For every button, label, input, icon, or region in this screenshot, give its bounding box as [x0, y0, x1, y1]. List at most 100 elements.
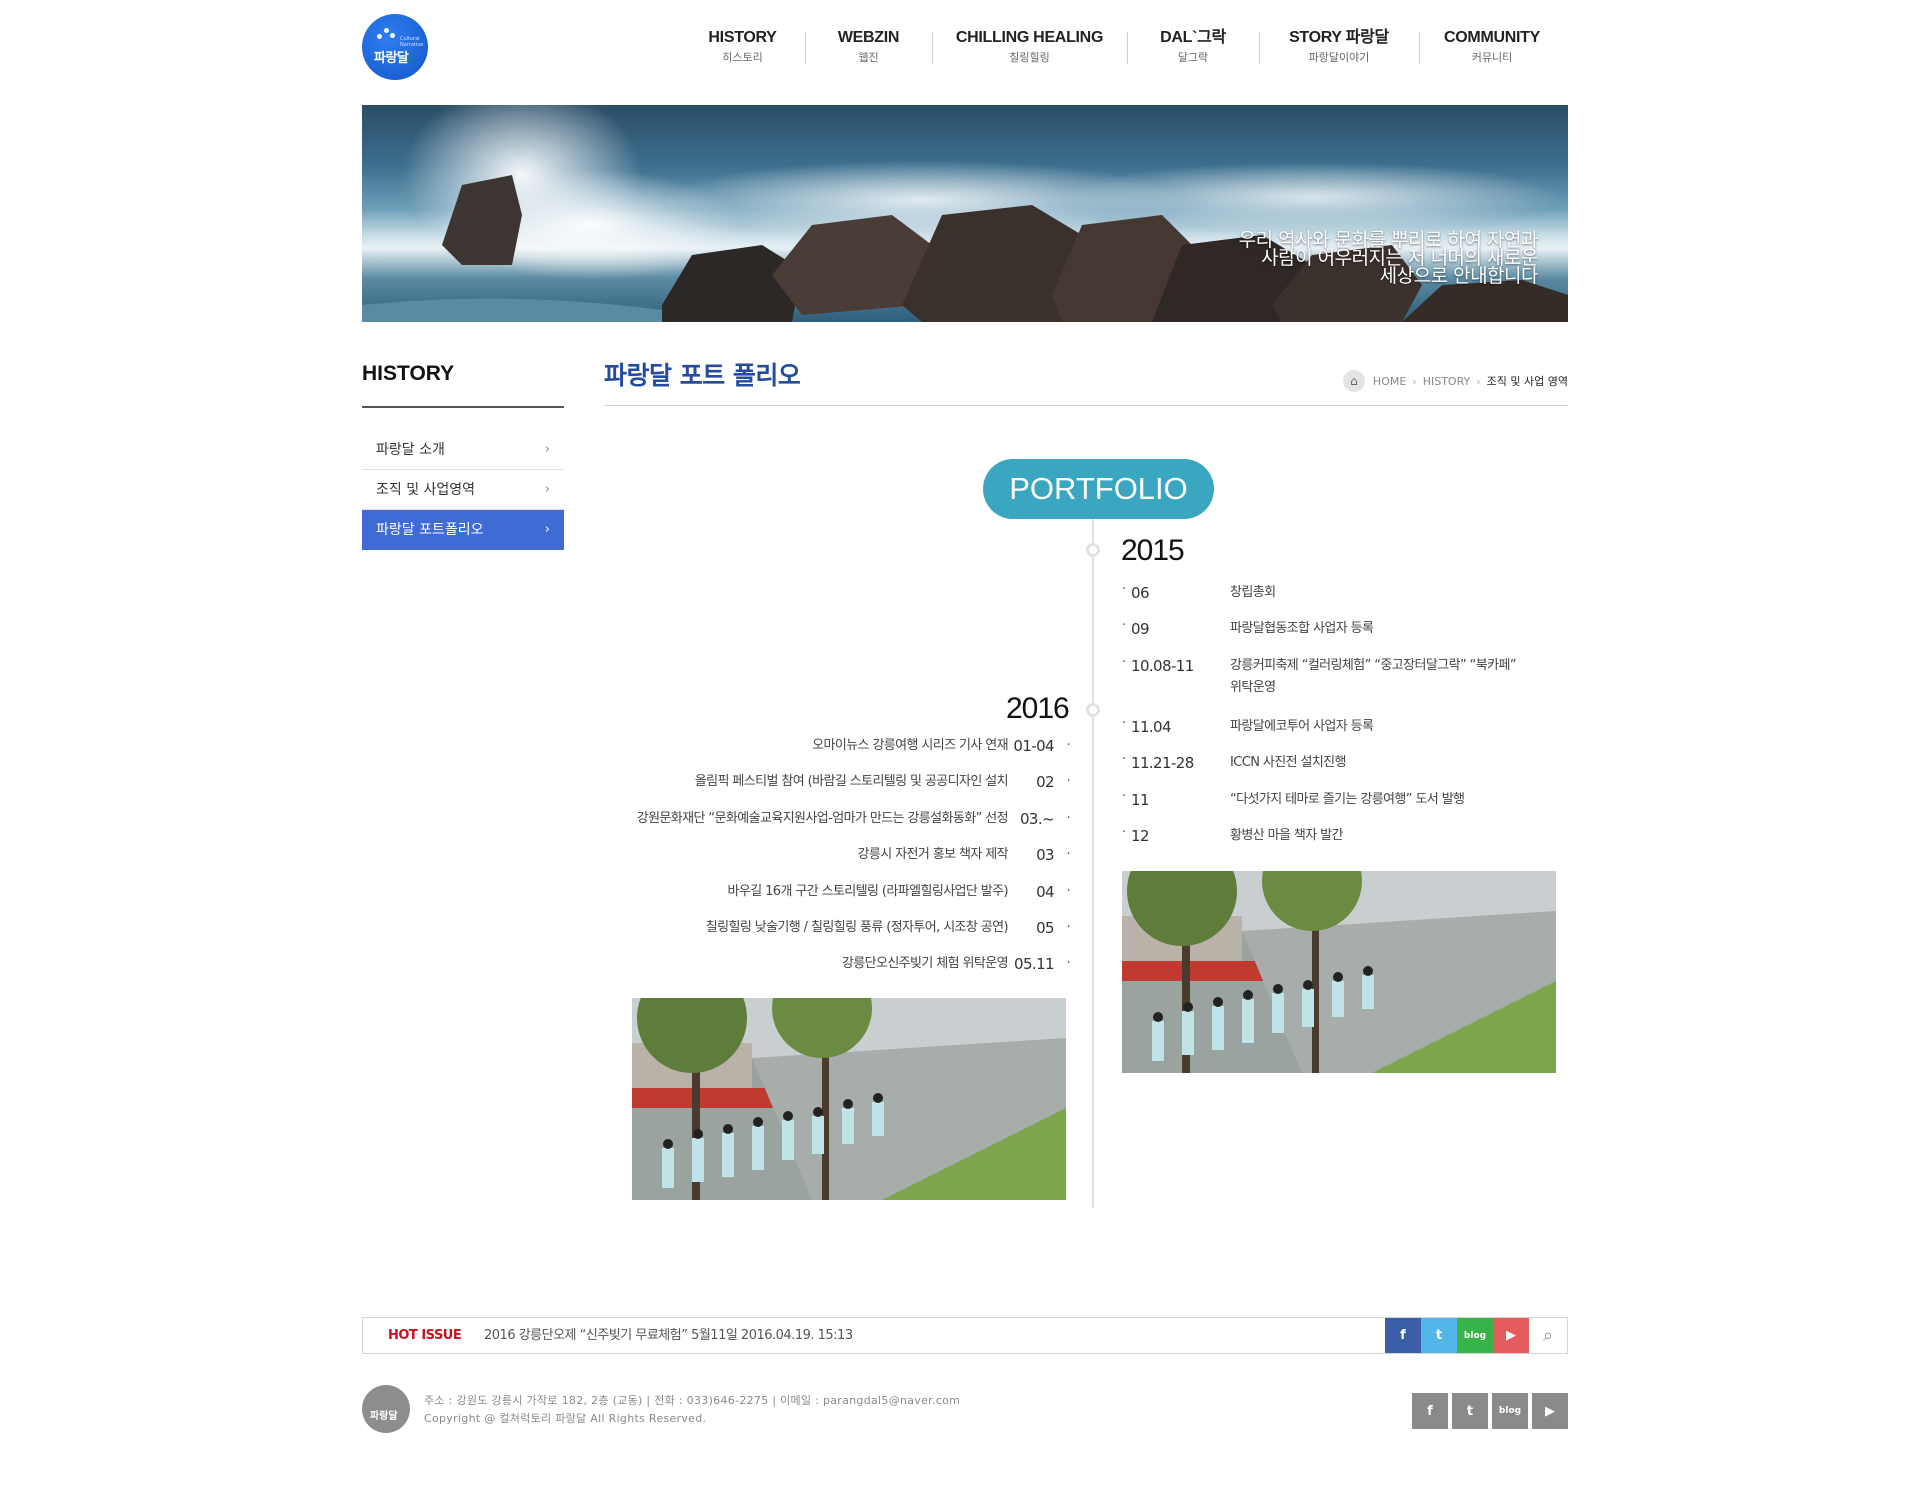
blog-icon[interactable]: blog [1457, 1318, 1493, 1353]
gnb-webzin[interactable]: WEBZIN 웹진 [805, 26, 932, 72]
timeline-event: · 09 파랑달협동조합 사업자 등록 [1122, 618, 1562, 654]
facebook-icon[interactable]: f [1412, 1393, 1448, 1429]
bullet: · [1066, 847, 1070, 863]
event-date: 02 [1036, 773, 1054, 792]
gnb-label: HISTORY [708, 29, 777, 46]
footer-logo-text: 파랑달 [370, 1411, 398, 1422]
youtube-icon[interactable]: ▶ [1493, 1318, 1529, 1353]
lnb-item-portfolio[interactable]: 파랑달 포트폴리오 › [362, 510, 564, 550]
event-desc: 강원문화재단 “문화예술교육지원사업-엄마가 만드는 강릉설화동화” 선정 [636, 810, 1009, 826]
twitter-icon[interactable]: t [1421, 1318, 1457, 1353]
bullet: · [1066, 774, 1070, 790]
timeline-event: · 06 창립총회 [1122, 582, 1562, 618]
timeline-event: · 11.04 파랑달에코투어 사업자 등록 [1122, 716, 1562, 752]
event-date: 10.08-11 [1131, 656, 1194, 675]
home-icon[interactable]: ⌂ [1342, 370, 1365, 392]
gnb-sublabel: 달그락 [1177, 51, 1209, 64]
event-date: 03 [1036, 846, 1054, 865]
timeline-dot [1086, 543, 1100, 557]
event-desc: 창립총회 [1230, 585, 1276, 600]
events-2015: · 06 창립총회 · 09 파랑달협동조합 사업자 등록 · 10.08-11… [1122, 582, 1562, 861]
lnb-item-label: 파랑달 소개 [376, 442, 445, 458]
search-icon[interactable]: ⌕ [1529, 1318, 1567, 1353]
bullet: · [1066, 738, 1070, 753]
bullet: · [1122, 582, 1126, 597]
timeline-event: 강릉단오신주빚기 체험 위탁운영 05.11 · [590, 953, 1071, 989]
gnb-community[interactable]: COMMUNITY 커뮤니티 [1419, 26, 1565, 72]
gnb-dalgeurak[interactable]: DAL`그락 달그락 [1127, 26, 1259, 72]
lnb-item-label: 파랑달 포트폴리오 [376, 522, 484, 538]
facebook-icon[interactable]: f [1385, 1318, 1421, 1353]
chevron-right-icon: › [544, 522, 550, 537]
bullet: · [1122, 752, 1126, 768]
portfolio-badge: PORTFOLIO [983, 459, 1214, 519]
timeline-event: 바우길 16개 구간 스토리텔링 (라파엘힐링사업단 발주) 04 · [590, 881, 1070, 917]
event-desc: 파랑달협동조합 사업자 등록 [1230, 621, 1374, 637]
event-desc: 황병산 마을 책자 발간 [1230, 827, 1343, 843]
event-date: 01-04 [1013, 737, 1054, 755]
gnb-sublabel: 칠링힐링 [1009, 51, 1050, 64]
footer-info: 주소 : 강원도 강릉시 가작로 182, 2층 (교동) | 전화 : 033… [424, 1392, 960, 1428]
youtube-icon[interactable]: ▶ [1532, 1393, 1568, 1429]
bullet: · [1122, 654, 1126, 670]
hero-banner: 우리 역사와 문화를 뿌리로 하여 자연과 사람이 어우러지는 저 너머의 새로… [362, 105, 1568, 322]
sea-rocks-image [362, 105, 1568, 322]
bullet: · [1066, 810, 1070, 826]
parade-photo [1122, 871, 1556, 1073]
event-desc-line: 강릉커피축제 “컬러링체험” “중고장터달그락” “북카페” [1230, 657, 1517, 673]
chevron-right-icon: › [1476, 374, 1481, 388]
bullet: · [1122, 618, 1126, 634]
lnb-item-organization[interactable]: 조직 및 사업영역 › [362, 470, 564, 510]
event-desc: 강릉단오신주빚기 체험 위탁운영 [841, 956, 1009, 972]
event-desc: 칠링힐링 낮술기행 / 칠링힐링 풍류 (정자투어, 시조창 공연) [705, 919, 1009, 935]
bullet: · [1066, 956, 1070, 972]
event-date: 05 [1036, 918, 1054, 937]
gnb-chilling-healing[interactable]: CHILLING HEALING 칠링힐링 [932, 26, 1127, 72]
year-2015: 2015 [1121, 534, 1185, 567]
timeline-line [1092, 519, 1094, 1208]
gnb-sublabel: 파랑달이야기 [1308, 51, 1370, 64]
gnb-history[interactable]: HISTORY 히스토리 [680, 26, 805, 72]
event-date: 11.21-28 [1131, 754, 1194, 773]
twitter-icon[interactable]: t [1452, 1393, 1488, 1429]
blog-icon[interactable]: blog [1492, 1393, 1528, 1429]
timeline-event: · 10.08-11 강릉커피축제 “컬러링체험” “중고장터달그락” “북카페… [1122, 655, 1562, 716]
breadcrumb-home[interactable]: HOME [1373, 375, 1406, 388]
breadcrumb: ⌂ HOME › HISTORY › 조직 및 사업 영역 [1342, 370, 1568, 392]
event-date: 05.11 [1014, 955, 1055, 974]
gnb-sublabel: 커뮤니티 [1471, 51, 1513, 64]
footer-copyright: Copyright @ 컬쳐럭토리 파랑달 All Rights Reserve… [424, 1412, 707, 1425]
event-desc: 오마이뉴스 강릉여행 시리즈 기사 연재 [812, 738, 1008, 753]
hot-issue-label: HOT ISSUE [388, 1328, 462, 1343]
chevron-right-icon: › [544, 482, 550, 497]
year-2016: 2016 [1006, 692, 1070, 725]
breadcrumb-section[interactable]: HISTORY [1423, 375, 1471, 388]
footer-address: 주소 : 강원도 강릉시 가작로 182, 2층 (교동) | 전화 : 033… [424, 1394, 961, 1407]
gnb-sublabel: 웹진 [858, 51, 879, 64]
timeline-dot [1086, 703, 1100, 717]
gnb-story[interactable]: STORY 파랑달 파랑달이야기 [1259, 26, 1419, 72]
bullet: · [1122, 824, 1126, 840]
bullet: · [1066, 883, 1070, 899]
event-desc: 파랑달에코투어 사업자 등록 [1230, 718, 1374, 734]
lnb-title: HISTORY [362, 362, 455, 385]
hot-issue-text[interactable]: 2016 강릉단오제 “신주빚기 무료체험” 5월11일 2016.04.19.… [484, 1318, 853, 1353]
event-desc: “다섯가지 테마로 즐기는 강릉여행” 도서 발행 [1230, 791, 1465, 807]
gnb-label: DAL`그락 [1160, 29, 1226, 46]
lnb-item-intro[interactable]: 파랑달 소개 › [362, 430, 564, 470]
event-date: 06 [1131, 584, 1149, 602]
hot-issue-bar: HOT ISSUE 2016 강릉단오제 “신주빚기 무료체험” 5월11일 2… [362, 1317, 1568, 1354]
gnb-label: COMMUNITY [1444, 29, 1540, 46]
chevron-right-icon: › [1412, 374, 1417, 388]
local-nav: 파랑달 소개 › 조직 및 사업영역 › 파랑달 포트폴리오 › [362, 430, 564, 550]
event-date: 09 [1131, 620, 1149, 639]
event-date: 11.04 [1131, 717, 1172, 736]
breadcrumb-current: 조직 및 사업 영역 [1486, 375, 1568, 388]
timeline-event: · 11.21-28 ICCN 사진전 설치진행 [1122, 752, 1562, 788]
lnb-divider [362, 406, 564, 408]
page-title: 파랑달 포트 폴리오 [604, 361, 801, 390]
parade-photo [632, 998, 1066, 1200]
event-date: 11 [1131, 790, 1149, 809]
site-logo[interactable]: Cultural Narrative 파랑달 [362, 14, 428, 80]
timeline-event: 칠링힐링 낮술기행 / 칠링힐링 풍류 (정자투어, 시조창 공연) 05 · [590, 917, 1071, 953]
